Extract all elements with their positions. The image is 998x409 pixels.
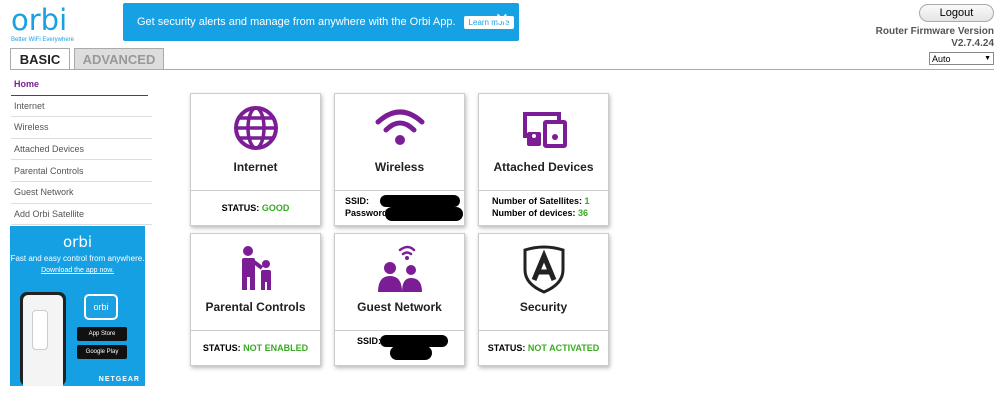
status-text: STATUS: GOOD [191,190,320,225]
card-title: Guest Network [357,300,442,314]
firmware-version: V2.7.4.24 [951,38,994,49]
status-text: STATUS: NOT ACTIVATED [479,330,608,365]
card-title: Parental Controls [205,300,306,314]
wifi-icon [375,109,424,145]
language-value: Auto [932,53,951,64]
globe-icon [233,106,278,150]
redacted-ssid [380,195,460,207]
card-internet[interactable]: Internet STATUS: GOOD [190,93,321,226]
chevron-down-icon: ▼ [984,55,991,62]
sidebar-item-home[interactable]: Home [11,74,148,96]
sidebar-item-parental-controls[interactable]: Parental Controls [11,160,152,182]
download-app-link[interactable]: Download the app now. [10,267,145,274]
status-label: STATUS: [202,342,241,353]
card-title: Attached Devices [493,160,594,174]
satellites-label: Number of Satellites: [492,196,583,206]
card-parental-controls[interactable]: Parental Controls STATUS: NOT ENABLED [190,233,321,366]
card-title: Security [519,300,568,314]
redacted-ssid-2 [390,346,432,360]
logo-word: orbi [11,3,68,37]
logo-tagline: Better WiFi Everywhere [11,37,75,43]
sidebar-item-wireless[interactable]: Wireless [11,117,152,139]
devices-count: Number of devices: 36 [492,207,608,219]
close-icon[interactable]: ✕ [495,11,509,28]
google-play-badge[interactable]: Google Play [77,345,127,359]
sidebar-item-attached-devices[interactable]: Attached Devices [11,139,152,161]
devices-icon [522,112,567,148]
card-title: Wireless [374,160,425,174]
satellites-count: Number of Satellites: 1 [492,195,608,207]
redacted-password [385,207,463,221]
card-title: Internet [233,160,278,174]
orbi-logo: orbi Better WiFi Everywhere [11,4,74,43]
sidebar-item-guest-network[interactable]: Guest Network [11,182,152,204]
status-badge: NOT ENABLED [243,342,309,353]
app-download-ad[interactable]: orbi Fast and easy control from anywhere… [10,226,145,386]
tab-advanced[interactable]: ADVANCED [74,48,164,70]
router-device-image [32,310,48,350]
tab-basic[interactable]: BASIC [10,48,70,70]
status-label: STATUS: [221,202,260,213]
status-badge: NOT ACTIVATED [527,342,600,353]
guest-network-icon [377,245,422,292]
ad-logo: orbi [62,233,93,251]
sidebar-item-add-satellite[interactable]: Add Orbi Satellite [11,204,152,226]
satellites-value: 1 [584,196,590,206]
status-label: STATUS: [487,342,526,353]
sidebar-nav: Home Internet Wireless Attached Devices … [11,74,152,226]
card-wireless[interactable]: Wireless SSID: Password: [334,93,465,226]
status-text: STATUS: NOT ENABLED [191,330,320,365]
devices-value: 36 [578,208,589,218]
parent-child-icon [241,246,271,290]
app-promo-banner: Get security alerts and manage from anyw… [123,3,519,41]
status-badge: GOOD [261,202,290,213]
card-security[interactable]: Security STATUS: NOT ACTIVATED [478,233,609,366]
app-store-badge[interactable]: App Store [77,327,127,341]
banner-text: Get security alerts and manage from anyw… [137,16,456,28]
sidebar-item-internet[interactable]: Internet [11,96,152,118]
netgear-brand: NETGEAR [98,376,140,383]
orbi-app-icon: orbi [84,294,118,320]
firmware-label: Router Firmware Version [875,26,994,37]
shield-icon [523,245,564,294]
card-attached-devices[interactable]: Attached Devices Number of Satellites: 1… [478,93,609,226]
tab-divider [10,69,994,70]
logout-button[interactable]: Logout [919,4,994,22]
phone-image [20,292,66,386]
card-guest-network[interactable]: Guest Network SSID: [334,233,465,366]
devices-label: Number of devices: [492,208,576,218]
language-select[interactable]: Auto ▼ [929,52,994,65]
ad-text: Fast and easy control from anywhere. [10,254,145,263]
